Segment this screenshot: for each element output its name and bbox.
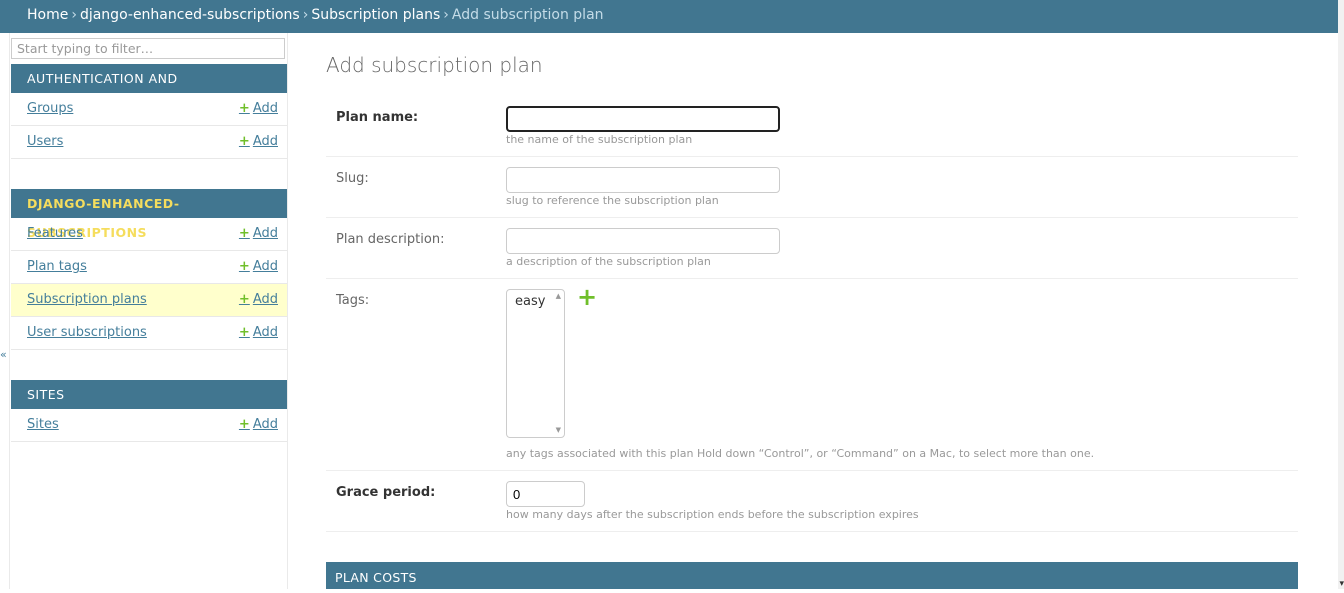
module-header-auth[interactable]: AUTHENTICATION AND AUTHORIZATION (11, 64, 287, 115)
plan-name-label: Plan name: (336, 110, 419, 125)
plus-icon: + (238, 226, 250, 241)
add-label: Add (252, 292, 278, 307)
breadcrumb-current: Add subscription plan (451, 7, 604, 23)
module-header-sites[interactable]: SITES (11, 380, 287, 409)
add-tag-plus-icon[interactable]: + (577, 285, 597, 309)
sidebar-item-subscription-plans: Subscription plans + Add (11, 284, 287, 317)
plus-icon: + (238, 101, 250, 116)
sidebar-item-plan-tags: Plan tags + Add (11, 251, 287, 284)
breadcrumb: Home › django-enhanced-subscriptions › Subsc… (27, 7, 604, 23)
sidebar-item-label[interactable]: Sites (27, 417, 59, 432)
tag-option[interactable]: easy (515, 294, 545, 309)
breadcrumb-separator: › (443, 7, 449, 23)
sidebar-item-users: Users + Add (11, 126, 287, 159)
add-features-link[interactable]: + Add (239, 226, 278, 241)
plan-description-help: a description of the subscription plan (506, 255, 711, 268)
sidebar-collapse-toggle[interactable]: « (0, 348, 7, 361)
breadcrumb-separator: › (302, 7, 309, 23)
plan-name-help: the name of the subscription plan (506, 133, 693, 146)
plus-icon: + (238, 259, 250, 274)
page-title: Add subscription plan (326, 53, 543, 77)
add-subscription-plans-link[interactable]: + Add (239, 292, 278, 307)
add-label: Add (252, 226, 278, 241)
add-label: Add (252, 417, 278, 432)
tags-multiselect[interactable]: easy ▲ ▼ (506, 289, 565, 438)
sidebar-item-sites: Sites + Add (11, 409, 287, 442)
plan-name-input[interactable] (506, 106, 780, 132)
scroll-down-arrow-icon[interactable]: ▼ (556, 426, 561, 434)
tags-label: Tags: (336, 293, 370, 308)
nav-sidebar: AUTHENTICATION AND AUTHORIZATION Groups … (9, 33, 288, 589)
sidebar-item-label[interactable]: Features (27, 226, 83, 241)
plus-icon: + (238, 134, 250, 149)
plus-icon: + (238, 292, 250, 307)
sidebar-item-label[interactable]: Users (27, 134, 63, 149)
grace-period-row: Grace period: how many days after the su… (326, 470, 1298, 532)
add-label: Add (252, 101, 278, 116)
sidebar-item-features: Features + Add (11, 218, 287, 251)
sidebar-item-label[interactable]: Subscription plans (27, 292, 147, 307)
breadcrumb-app-link[interactable]: django-enhanced-subscriptions (80, 7, 300, 23)
module-subscriptions: DJANGO-ENHANCED-SUBSCRIPTIONS Features +… (11, 189, 287, 350)
module-sites: SITES Sites + Add (11, 380, 287, 442)
add-label: Add (252, 134, 278, 149)
add-label: Add (252, 325, 278, 340)
sidebar-item-label[interactable]: Groups (27, 101, 73, 116)
breadcrumb-home-link[interactable]: Home (27, 7, 68, 23)
scroll-down-arrow-icon[interactable]: ▾ (1339, 579, 1344, 589)
plan-description-input[interactable] (506, 228, 780, 254)
add-user-subscriptions-link[interactable]: + Add (239, 325, 278, 340)
scroll-up-arrow-icon[interactable]: ▲ (556, 292, 561, 300)
sidebar-item-label[interactable]: Plan tags (27, 259, 87, 274)
sidebar-item-label[interactable]: User subscriptions (27, 325, 147, 340)
plan-costs-section-header: PLAN COSTS (326, 562, 1298, 589)
plan-description-label: Plan description: (336, 232, 445, 247)
tags-help: any tags associated with this plan Hold … (506, 447, 1095, 460)
grace-period-input[interactable] (506, 481, 585, 507)
add-plan-tags-link[interactable]: + Add (239, 259, 278, 274)
sidebar-item-groups: Groups + Add (11, 93, 287, 126)
slug-help: slug to reference the subscription plan (506, 194, 719, 207)
breadcrumb-bar: Home › django-enhanced-subscriptions › Subsc… (0, 0, 1338, 33)
add-users-link[interactable]: + Add (239, 134, 278, 149)
module-auth: AUTHENTICATION AND AUTHORIZATION Groups … (11, 64, 287, 159)
add-groups-link[interactable]: + Add (239, 101, 278, 116)
plus-icon: + (238, 417, 250, 432)
page-scrollbar[interactable] (1338, 0, 1344, 589)
grace-period-help: how many days after the subscription end… (506, 508, 919, 521)
tags-row: Tags: easy ▲ ▼ + any tags associated wit… (326, 278, 1298, 471)
grace-period-label: Grace period: (336, 485, 436, 500)
breadcrumb-separator: › (71, 7, 77, 23)
slug-row: Slug: slug to reference the subscription… (326, 156, 1298, 218)
module-header-subscriptions[interactable]: DJANGO-ENHANCED-SUBSCRIPTIONS (11, 189, 287, 240)
breadcrumb-model-link[interactable]: Subscription plans (311, 7, 440, 23)
add-sites-link[interactable]: + Add (239, 417, 278, 432)
sidebar-item-user-subscriptions: User subscriptions + Add (11, 317, 287, 350)
slug-input[interactable] (506, 167, 780, 193)
plan-name-row: Plan name: the name of the subscription … (326, 92, 1298, 157)
plus-icon: + (238, 325, 250, 340)
plan-description-row: Plan description: a description of the s… (326, 217, 1298, 279)
nav-filter-input[interactable] (11, 38, 285, 59)
add-label: Add (252, 259, 278, 274)
slug-label: Slug: (336, 171, 369, 186)
